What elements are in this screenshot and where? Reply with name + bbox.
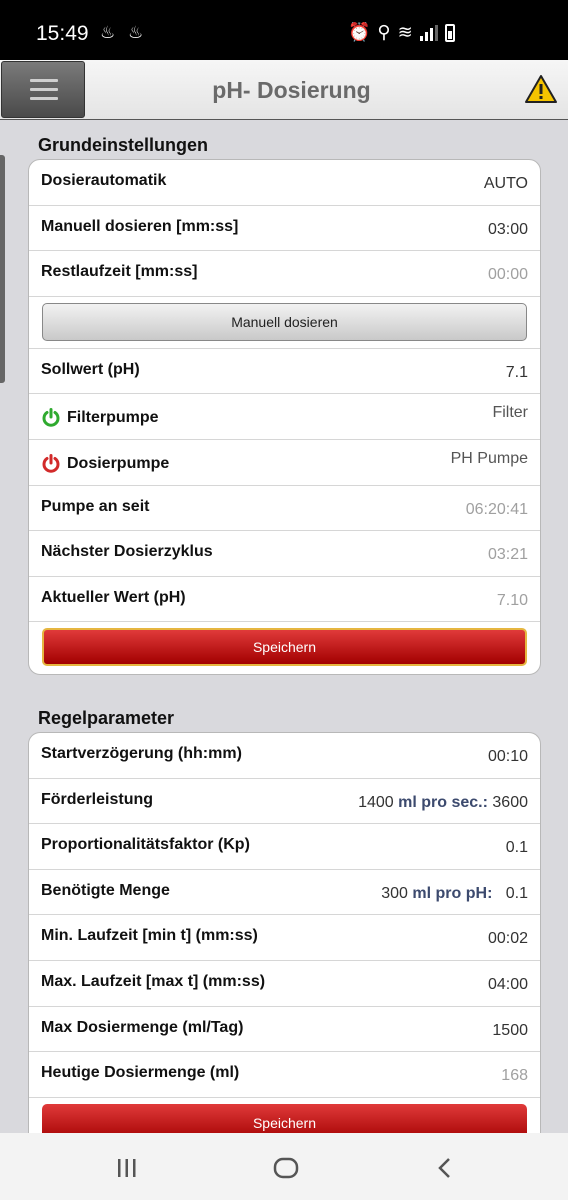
row-label: Max Dosiermenge (ml/Tag) — [41, 1018, 244, 1036]
row-value: 00:00 — [487, 266, 528, 284]
manuell-dosieren-button[interactable]: Manuell dosieren — [42, 302, 527, 341]
notification-icons: ♨ ♨ — [100, 23, 148, 42]
row-value: 03:00 — [487, 220, 528, 238]
page-title: pH- Dosierung — [212, 77, 371, 103]
row-label: Sollwert (pH) — [41, 360, 140, 378]
row-label: Förderleistung — [41, 790, 154, 808]
power-on-icon[interactable] — [41, 408, 61, 428]
hamburger-menu-icon — [30, 79, 58, 106]
row-sollwert[interactable]: Sollwert (pH) 7.1 — [29, 349, 540, 395]
row-label: Benötigte Menge — [41, 881, 170, 899]
system-icons: ⏰ ⚲ ≋ — [348, 22, 455, 43]
row-label: Proportionalitätsfaktor (Kp) — [41, 836, 250, 854]
wifi-icon: ≋ — [397, 22, 413, 42]
row-label: Aktueller Wert (pH) — [41, 588, 186, 606]
row-pumpe-an-seit: Pumpe an seit 06:20:41 — [29, 486, 540, 532]
back-icon[interactable] — [436, 1155, 454, 1186]
alarm-icon: ⏰ — [348, 22, 371, 42]
status-bar: 15:49 ♨ ♨ ⏰ ⚲ ≋ — [0, 0, 568, 60]
row-value: 7.10 — [496, 591, 528, 609]
regelparameter-card: Startverzögerung (hh:mm) 00:10 Förderlei… — [28, 732, 541, 1134]
row-save-button: Speichern — [29, 1098, 540, 1134]
row-value: 00:02 — [487, 930, 528, 948]
row-dosierautomatik[interactable]: Dosierautomatik AUTO — [29, 160, 540, 206]
row-manual-button: Manuell dosieren — [29, 297, 540, 349]
row-value: 0.1 — [505, 839, 528, 857]
row-value: Filter — [492, 404, 528, 422]
flow-unit: ml pro sec.: — [398, 793, 488, 811]
flow-rate: 3600 — [492, 793, 528, 811]
row-value: 1500 — [492, 1021, 528, 1039]
battery-icon — [444, 23, 455, 42]
row-label: Startverzögerung (hh:mm) — [41, 745, 242, 762]
row-restlaufzeit: Restlaufzeit [mm:ss] 00:00 — [29, 251, 540, 297]
row-value: 04:00 — [487, 975, 528, 993]
row-benoetigte-menge[interactable]: Benötigte Menge 300 ml pro pH: 0.1 — [29, 870, 540, 916]
row-label: Min. Laufzeit [min t] (mm:ss) — [41, 927, 258, 945]
recent-apps-icon[interactable] — [116, 1155, 138, 1186]
home-icon[interactable] — [273, 1155, 299, 1186]
row-value: AUTO — [483, 175, 528, 192]
section-title-regelparameter: Regelparameter — [38, 708, 175, 728]
save-button[interactable]: Speichern — [42, 1103, 527, 1134]
row-proportionalitaetsfaktor[interactable]: Proportionalitätsfaktor (Kp) 0.1 — [29, 824, 540, 870]
save-button[interactable]: Speichern — [42, 628, 527, 667]
row-label: Dosierautomatik — [41, 172, 167, 189]
system-nav-bar — [0, 1133, 568, 1200]
row-aktueller-wert: Aktueller Wert (pH) 7.10 — [29, 577, 540, 623]
row-max-dosiermenge[interactable]: Max Dosiermenge (ml/Tag) 1500 — [29, 1007, 540, 1053]
section-title-grundeinstellungen: Grundeinstellungen — [38, 135, 209, 155]
row-manuell-dosieren[interactable]: Manuell dosieren [mm:ss] 03:00 — [29, 206, 540, 252]
row-value: 00:10 — [487, 748, 528, 765]
row-value-group: 300 ml pro pH: 0.1 — [381, 885, 528, 903]
amount-unit: ml pro pH: — [412, 884, 493, 902]
row-startverzoegerung[interactable]: Startverzögerung (hh:mm) 00:10 — [29, 733, 540, 779]
amount-value: 300 — [381, 884, 408, 902]
signal-icon — [419, 24, 438, 41]
row-min-laufzeit[interactable]: Min. Laufzeit [min t] (mm:ss) 00:02 — [29, 915, 540, 961]
row-dosierpumpe: Dosierpumpe PH Pumpe — [29, 440, 540, 486]
row-value: 06:20:41 — [465, 500, 528, 518]
row-filterpumpe: Filterpumpe Filter — [29, 394, 540, 440]
row-value: 7.1 — [505, 363, 528, 381]
row-naechster-dosierzyklus: Nächster Dosierzyklus 03:21 — [29, 531, 540, 577]
warning-icon[interactable] — [524, 74, 558, 104]
row-value: 168 — [501, 1067, 528, 1085]
row-label: Pumpe an seit — [41, 497, 150, 515]
row-label: Filterpumpe — [67, 409, 159, 427]
row-max-laufzeit[interactable]: Max. Laufzeit [max t] (mm:ss) 04:00 — [29, 961, 540, 1007]
grundeinstellungen-card: Dosierautomatik AUTO Manuell dosieren [m… — [28, 159, 541, 676]
menu-button[interactable] — [1, 61, 85, 118]
row-label-group: Dosierpumpe — [41, 453, 170, 474]
status-time: 15:49 — [36, 22, 89, 45]
row-label: Nächster Dosierzyklus — [41, 543, 213, 561]
row-label: Heutige Dosiermenge (ml) — [41, 1064, 240, 1082]
row-label: Manuell dosieren [mm:ss] — [41, 217, 239, 235]
side-drawer-handle[interactable] — [0, 155, 5, 383]
row-save-button: Speichern — [29, 622, 540, 674]
location-icon: ⚲ — [377, 22, 391, 42]
row-value: 03:21 — [487, 546, 528, 564]
row-label-group: Filterpumpe — [41, 408, 159, 428]
row-label: Restlaufzeit [mm:ss] — [41, 263, 198, 281]
row-foerderleistung[interactable]: Förderleistung 1400 ml pro sec.: 3600 — [29, 779, 540, 825]
row-heutige-dosiermenge: Heutige Dosiermenge (ml) 168 — [29, 1052, 540, 1098]
row-value: PH Pumpe — [450, 449, 528, 467]
app-header: pH- Dosierung — [0, 60, 568, 120]
row-value-group: 1400 ml pro sec.: 3600 — [358, 794, 528, 812]
flow-value: 1400 — [358, 793, 394, 811]
power-off-icon[interactable] — [41, 453, 61, 474]
row-label: Dosierpumpe — [67, 454, 170, 472]
row-label: Max. Laufzeit [max t] (mm:ss) — [41, 972, 266, 990]
amount-ph: 0.1 — [505, 884, 528, 902]
